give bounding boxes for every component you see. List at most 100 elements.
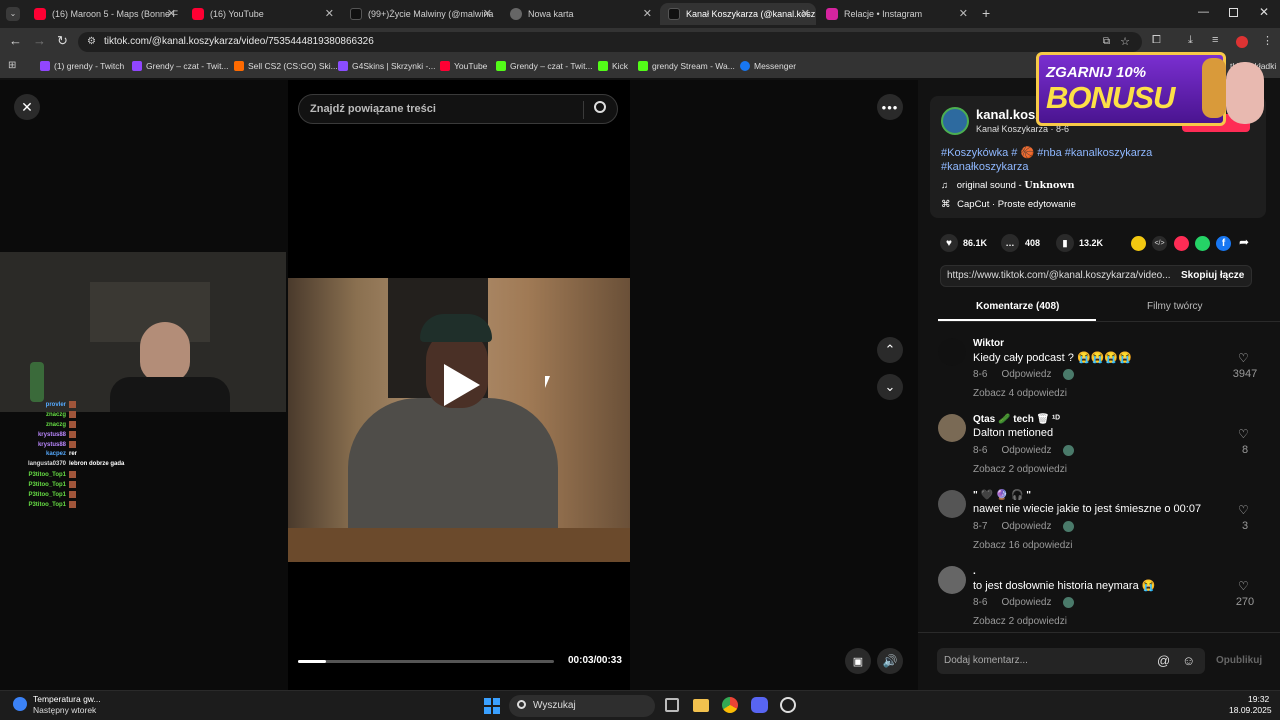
view-replies-button[interactable]: Zobacz 16 odpowiedzi: [973, 540, 1073, 551]
bookmark-item[interactable]: Kick: [598, 61, 628, 71]
taskbar-search[interactable]: Wyszukaj: [509, 695, 655, 717]
tabs-menu-icon[interactable]: ≡: [1212, 34, 1218, 46]
embed-icon[interactable]: </>: [1152, 236, 1167, 251]
comment-author[interactable]: Qtas 🥒 tech 🗑 ¹ᴰ: [973, 414, 1060, 425]
like-button[interactable]: ♥ 86.1K: [940, 234, 987, 252]
view-replies-button[interactable]: Zobacz 2 odpowiedzi: [973, 616, 1067, 627]
new-tab-button[interactable]: +: [982, 5, 990, 21]
close-icon[interactable]: ✕: [959, 7, 968, 20]
tab-list-icon[interactable]: ⌄: [6, 7, 20, 21]
mention-icon[interactable]: @: [1157, 653, 1170, 668]
comment-avatar[interactable]: [938, 490, 966, 518]
comment-like-icon[interactable]: ♡: [1238, 503, 1249, 517]
comment-avatar[interactable]: [938, 414, 966, 442]
close-icon[interactable]: ✕: [801, 7, 810, 20]
task-view-icon[interactable]: [665, 698, 679, 712]
send-icon[interactable]: [1174, 236, 1189, 251]
comment-like-icon[interactable]: ♡: [1238, 351, 1249, 365]
close-icon[interactable]: ✕: [643, 7, 652, 20]
scroll-up-button[interactable]: ⌃: [877, 337, 903, 363]
reply-button[interactable]: Odpowiedz: [1001, 369, 1051, 380]
comment-author[interactable]: " 🖤 🔮 🎧 ": [973, 490, 1031, 501]
tab-comments[interactable]: Komentarze (408): [976, 301, 1059, 312]
bookmark-item[interactable]: Grendy – czat - Twit...: [496, 61, 593, 71]
save-button[interactable]: ▮ 13.2K: [1056, 234, 1103, 252]
tab-maroon5[interactable]: (16) Maroon 5 - Maps (Bonne F ✕: [26, 3, 182, 25]
capcut-row[interactable]: ⌘ CapCut · Proste edytowanie: [941, 199, 1076, 210]
reply-button[interactable]: Odpowiedz: [1001, 597, 1051, 608]
close-icon[interactable]: ✕: [167, 7, 176, 20]
bookmark-item[interactable]: (1) grendy - Twitch: [40, 61, 124, 71]
video-frame[interactable]: [288, 278, 630, 562]
share-repost-icon[interactable]: [1131, 236, 1146, 251]
play-icon[interactable]: [444, 364, 480, 406]
close-icon[interactable]: ✕: [483, 7, 492, 20]
tab-youtube[interactable]: (16) YouTube ✕: [184, 3, 340, 25]
download-icon[interactable]: ⤓: [1188, 34, 1193, 47]
bookmark-item[interactable]: Grendy – czat - Twit...: [132, 61, 229, 71]
address-bar[interactable]: ⚙ tiktok.com/@kanal.koszykarza/video/753…: [78, 32, 1142, 52]
apps-icon[interactable]: ⊞: [8, 60, 16, 71]
weather-title[interactable]: Temperatura gw...: [33, 694, 101, 704]
start-icon[interactable]: [484, 698, 500, 714]
reply-button[interactable]: Odpowiedz: [1001, 445, 1051, 456]
file-explorer-icon[interactable]: [693, 699, 709, 712]
tab-malwina[interactable]: (99+)Życie Malwiny (@malwina ✕: [342, 3, 498, 25]
clock-time[interactable]: 19:32: [1248, 694, 1269, 704]
comment-like-icon[interactable]: ♡: [1238, 427, 1249, 441]
related-search-bar[interactable]: Znajdź powiązane treści: [298, 94, 618, 124]
back-icon[interactable]: ←: [9, 33, 22, 48]
maximize-button[interactable]: [1229, 8, 1238, 17]
progress-track[interactable]: [298, 660, 554, 663]
facebook-icon[interactable]: f: [1216, 236, 1231, 251]
volume-button[interactable]: 🔊: [877, 648, 903, 674]
scroll-down-button[interactable]: ⌄: [877, 374, 903, 400]
minimize-button[interactable]: —: [1198, 6, 1209, 18]
forward-icon[interactable]: →: [33, 33, 46, 48]
comment-author[interactable]: .: [973, 566, 976, 577]
bookmark-item[interactable]: YouTube: [440, 61, 487, 71]
extensions-icon[interactable]: ⧠: [1152, 34, 1161, 47]
miniplayer-button[interactable]: ▣: [845, 648, 871, 674]
app-icon[interactable]: [780, 697, 796, 713]
search-icon[interactable]: [594, 101, 606, 113]
post-button[interactable]: Opublikuj: [1216, 655, 1262, 666]
discord-icon[interactable]: [751, 697, 768, 713]
comment-author[interactable]: Wiktor: [973, 338, 1004, 349]
view-replies-button[interactable]: Zobacz 4 odpowiedzi: [973, 388, 1067, 399]
bookmark-item[interactable]: Sell CS2 (CS:GO) Ski...: [234, 61, 338, 71]
close-icon[interactable]: ✕: [325, 7, 334, 20]
whatsapp-icon[interactable]: [1195, 236, 1210, 251]
bookmark-item[interactable]: grendy Stream - Wa...: [638, 61, 735, 71]
comment-input[interactable]: Dodaj komentarz... @ ☺: [937, 648, 1205, 674]
weather-icon[interactable]: [13, 697, 27, 711]
bookmark-item[interactable]: G4Skins | Skrzynki -...: [338, 61, 435, 71]
creator-avatar[interactable]: [941, 107, 969, 135]
reply-button[interactable]: Odpowiedz: [1001, 521, 1051, 532]
close-window-button[interactable]: ✕: [1259, 5, 1269, 19]
reload-icon[interactable]: ↻: [57, 33, 68, 49]
profile-avatar[interactable]: [1236, 36, 1248, 48]
tab-kanal-koszykarza[interactable]: Kanał Koszykarza (@kanal.kosz ✕: [660, 3, 816, 25]
emoji-icon[interactable]: ☺: [1182, 653, 1195, 668]
bookmark-item[interactable]: Messenger: [740, 61, 796, 71]
link-box[interactable]: https://www.tiktok.com/@kanal.koszykarza…: [940, 265, 1252, 287]
copy-link-button[interactable]: Skopiuj łącze: [1181, 270, 1244, 281]
tab-instagram[interactable]: Relacje • Instagram ✕: [818, 3, 974, 25]
view-replies-button[interactable]: Zobacz 2 odpowiedzi: [973, 464, 1067, 475]
site-info-icon[interactable]: ⚙: [87, 32, 96, 52]
menu-icon[interactable]: ⋮: [1262, 34, 1273, 47]
share-arrow-icon[interactable]: ➦: [1239, 235, 1249, 249]
clock-date[interactable]: 18.09.2025: [1229, 705, 1272, 715]
search-input[interactable]: Znajdź powiązane treści: [310, 103, 436, 115]
comment-like-icon[interactable]: ♡: [1238, 579, 1249, 593]
comment-avatar[interactable]: [938, 566, 966, 594]
hashtags[interactable]: #Koszykówka # 🏀 #nba #kanalkoszykarza #k…: [941, 146, 1152, 174]
close-video-button[interactable]: ✕: [14, 94, 40, 120]
comment-avatar[interactable]: [938, 338, 966, 366]
tab-new[interactable]: Nowa karta ✕: [502, 3, 658, 25]
promo-banner[interactable]: ZGARNIJ 10% BONUSU: [1032, 48, 1264, 130]
more-options-button[interactable]: •••: [877, 94, 903, 120]
tab-creator-videos[interactable]: Filmy twórcy: [1147, 301, 1203, 312]
chrome-icon[interactable]: [722, 697, 738, 713]
